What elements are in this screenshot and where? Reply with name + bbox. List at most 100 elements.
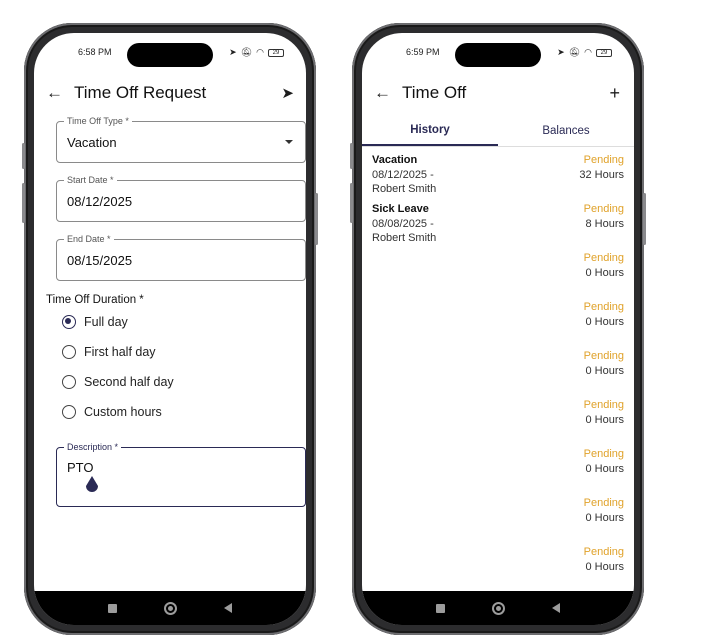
android-nav-bar (34, 591, 306, 625)
status-badge: Pending (583, 252, 624, 264)
request-type: Vacation (372, 154, 418, 166)
add-icon[interactable]: + (609, 83, 620, 104)
tab-history[interactable]: History (362, 115, 498, 146)
request-hours: 32 Hours (579, 168, 624, 181)
phone-side-button (315, 193, 318, 245)
mute-icon: 🔕︎ (240, 47, 253, 57)
field-value: 08/12/2025 (67, 194, 133, 209)
request-summary: Pending 0 Hours (584, 251, 624, 280)
field-value: PTO (67, 460, 94, 475)
end-date-field[interactable]: End Date * 08/15/2025 (56, 234, 306, 281)
radio-first-half-day[interactable]: First half day (62, 345, 156, 359)
mute-icon: 🔕︎ (568, 47, 581, 57)
description-field[interactable]: Description * PTO (56, 442, 306, 507)
request-summary: Pending 8 Hours (584, 202, 624, 231)
tab-balances[interactable]: Balances (498, 115, 634, 146)
radio-label: Custom hours (84, 405, 162, 419)
list-item[interactable]: Pending 0 Hours (362, 300, 634, 349)
request-person: Robert Smith (372, 232, 437, 244)
list-item[interactable]: Pending 0 Hours (362, 349, 634, 398)
back-icon[interactable] (224, 603, 233, 613)
page-title: Time Off Request (74, 83, 207, 102)
status-badge: Pending (583, 399, 624, 411)
app-bar: ← Time Off Request ➤ (34, 79, 306, 107)
field-label: Description * (64, 442, 122, 452)
request-date: 08/08/2025 - (372, 217, 434, 230)
request-hours: 8 Hours (585, 217, 624, 230)
field-label: End Date * (64, 234, 114, 244)
request-date: 08/12/2025 - (372, 168, 434, 181)
radio-second-half-day[interactable]: Second half day (62, 375, 174, 389)
phone-side-button (643, 193, 646, 245)
request-summary: Pending 0 Hours (584, 300, 624, 329)
request-person: Robert Smith (372, 183, 437, 195)
field-label: Time Off Type * (64, 116, 132, 126)
duration-label: Time Off Duration * (46, 294, 144, 306)
status-badge: Pending (583, 154, 624, 166)
camera-notch (127, 43, 213, 67)
status-badge: Pending (583, 546, 624, 558)
request-hours: 0 Hours (585, 266, 624, 279)
field-label: Start Date * (64, 175, 117, 185)
back-arrow-icon[interactable]: ← (374, 83, 394, 103)
list-item[interactable]: Pending 0 Hours (362, 545, 634, 594)
request-summary: Pending 0 Hours (584, 349, 624, 378)
radio-label: Full day (84, 315, 128, 329)
phone-right: 6:59 PM ➤ 🔕︎ ◠ 29 ← Time Off + History B… (350, 23, 646, 635)
request-summary: Pending 0 Hours (584, 545, 624, 574)
chevron-down-icon (285, 140, 293, 144)
status-badge: Pending (583, 203, 624, 215)
request-details: Vacation 08/12/2025 - Robert Smith (372, 153, 436, 197)
request-hours: 0 Hours (585, 462, 624, 475)
android-nav-bar (362, 591, 634, 625)
radio-selected-icon (62, 315, 76, 329)
app-bar: ← Time Off + (362, 79, 634, 107)
text-cursor-handle-icon[interactable] (85, 476, 99, 494)
request-details: Sick Leave 08/08/2025 - Robert Smith (372, 202, 436, 246)
list-item[interactable]: Pending 0 Hours (362, 447, 634, 496)
radio-label: First half day (84, 345, 156, 359)
time-off-type-select[interactable]: Time Off Type * Vacation (56, 116, 306, 163)
battery-icon: 29 (596, 48, 612, 57)
send-icon[interactable]: ➤ (281, 84, 294, 102)
status-badge: Pending (583, 448, 624, 460)
recent-apps-icon[interactable] (435, 603, 445, 613)
radio-custom-hours[interactable]: Custom hours (62, 405, 162, 419)
back-icon[interactable] (552, 603, 561, 613)
location-icon: ➤ (229, 47, 237, 57)
field-value: 08/15/2025 (67, 253, 133, 268)
radio-full-day[interactable]: Full day (62, 315, 128, 329)
home-icon[interactable] (491, 601, 505, 615)
home-icon[interactable] (163, 601, 177, 615)
screen-time-off-history: 6:59 PM ➤ 🔕︎ ◠ 29 ← Time Off + History B… (362, 33, 634, 625)
screen-time-off-request: 6:58 PM ➤ 🔕︎ ◠ 29 ← Time Off Request ➤ T… (34, 33, 306, 625)
radio-unselected-icon (62, 345, 76, 359)
phone-side-button (350, 143, 353, 169)
request-type: Sick Leave (372, 203, 429, 215)
tab-bar: History Balances (362, 115, 634, 147)
phone-side-button (22, 183, 25, 223)
request-summary: Pending 0 Hours (584, 496, 624, 525)
status-badge: Pending (583, 301, 624, 313)
camera-notch (455, 43, 541, 67)
list-item[interactable]: Pending 0 Hours (362, 398, 634, 447)
status-icons: ➤ 🔕︎ ◠ 29 (557, 47, 612, 58)
phone-left: 6:58 PM ➤ 🔕︎ ◠ 29 ← Time Off Request ➤ T… (22, 23, 318, 635)
start-date-field[interactable]: Start Date * 08/12/2025 (56, 175, 306, 222)
request-hours: 0 Hours (585, 413, 624, 426)
phone-side-button (350, 183, 353, 223)
request-hours: 0 Hours (585, 511, 624, 524)
back-arrow-icon[interactable]: ← (46, 83, 66, 103)
list-item[interactable]: Pending 0 Hours (362, 496, 634, 545)
request-summary: Pending 0 Hours (584, 447, 624, 476)
status-badge: Pending (583, 497, 624, 509)
list-item[interactable]: Vacation 08/12/2025 - Robert Smith Pending 3… (362, 153, 634, 202)
radio-label: Second half day (84, 375, 174, 389)
request-hours: 0 Hours (585, 315, 624, 328)
list-item[interactable]: Pending 0 Hours (362, 251, 634, 300)
radio-unselected-icon (62, 375, 76, 389)
wifi-icon: ◠ (256, 47, 264, 57)
list-item[interactable]: Sick Leave 08/08/2025 - Robert Smith Pendin… (362, 202, 634, 251)
recent-apps-icon[interactable] (107, 603, 117, 613)
phone-side-button (22, 143, 25, 169)
